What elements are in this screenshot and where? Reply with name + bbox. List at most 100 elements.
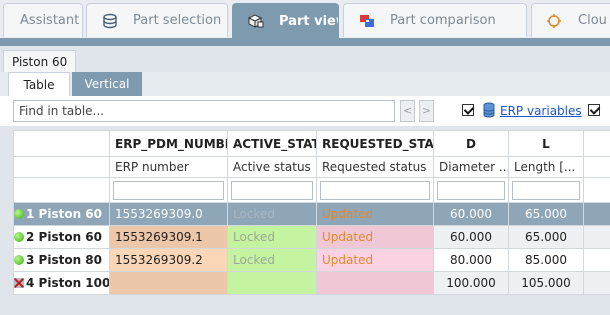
filter-cell-requested <box>316 177 434 203</box>
tab-part-comparison-label: Part comparison <box>390 13 496 28</box>
subheader-l: Length [... <box>508 156 584 178</box>
row-name: Piston 100 <box>38 276 110 290</box>
table-row[interactable]: 1 Piston 60 1553269309.0 Locked Updated … <box>13 202 610 226</box>
corner-cell <box>13 177 110 203</box>
d-cell[interactable]: 100.000 <box>433 271 509 295</box>
subheader-active: Active status <box>227 156 317 178</box>
table-row[interactable]: 4 Piston 100 100.000 105.000 <box>13 271 610 295</box>
cube-parts-icon <box>247 13 265 29</box>
tab-part-view[interactable]: Part view <box>232 3 339 38</box>
subheader-requested: Requested status <box>316 156 434 178</box>
d-cell[interactable]: 60.000 <box>433 202 509 226</box>
subheader-d: Diameter ... <box>433 156 509 178</box>
tab-assistant-label: Assistant <box>20 13 80 28</box>
status-ok-icon <box>14 209 24 219</box>
erp-variables-link[interactable]: ERP variables <box>500 104 582 118</box>
tab-part-selection-label: Part selection <box>133 13 222 28</box>
tab-part-selection[interactable]: Part selection <box>86 3 228 37</box>
tab-part-view-label: Part view <box>279 13 338 29</box>
column-header-l[interactable]: L <box>508 130 584 157</box>
table-toolbar: < > ERP variables <box>0 96 610 126</box>
subheader-row: ERP number Active status Requested statu… <box>13 156 610 178</box>
row-index: 3 <box>26 253 35 267</box>
requested-state-cell[interactable]: Updated <box>316 248 434 272</box>
d-cell[interactable]: 80.000 <box>433 248 509 272</box>
column-header-active-state[interactable]: ACTIVE_STATE <box>227 130 317 157</box>
cloud-tool-icon <box>546 13 564 29</box>
database-icon <box>482 102 496 121</box>
row-name: Piston 60 <box>38 230 102 244</box>
tab-vertical[interactable]: Vertical <box>72 72 142 96</box>
find-in-table-input[interactable] <box>13 100 395 122</box>
column-header-erp[interactable]: ERP_PDM_NUMBER <box>109 130 228 157</box>
l-cell[interactable]: 65.000 <box>508 225 584 249</box>
subheader-erp: ERP number <box>109 156 228 178</box>
requested-state-cell[interactable] <box>316 271 434 295</box>
filter-input-l[interactable] <box>512 180 580 200</box>
row-header[interactable]: 2 Piston 60 <box>13 225 110 249</box>
main-tab-bar: Assistant Part selection Part view Part … <box>0 0 610 38</box>
tab-table[interactable]: Table <box>8 72 70 96</box>
comparison-icon <box>358 13 376 29</box>
parts-table: ERP_PDM_NUMBER ACTIVE_STATE REQUESTED_ST… <box>13 130 610 295</box>
extra-cell <box>583 248 610 272</box>
row-name: Piston 80 <box>38 253 102 267</box>
column-header-extra <box>583 130 610 157</box>
status-ok-icon <box>14 255 24 265</box>
filter-input-erp[interactable] <box>113 180 224 200</box>
tab-part-comparison[interactable]: Part comparison <box>343 3 527 37</box>
column-header-requested-state[interactable]: REQUESTED_STATE <box>316 130 434 157</box>
filter-input-active[interactable] <box>231 180 313 200</box>
filter-cell-l <box>508 177 584 203</box>
second-option-checkbox[interactable] <box>588 104 600 116</box>
row-name: Piston 60 <box>38 207 102 221</box>
filter-row <box>13 177 610 203</box>
status-ok-icon <box>14 232 24 242</box>
document-tab[interactable]: Piston 60 <box>3 50 77 72</box>
active-state-cell[interactable] <box>227 271 317 295</box>
active-state-cell[interactable]: Locked <box>227 202 317 226</box>
filter-input-requested[interactable] <box>320 180 430 200</box>
corner-cell <box>13 130 110 157</box>
filter-input-d[interactable] <box>437 180 505 200</box>
previous-match-button[interactable]: < <box>400 100 415 122</box>
subheader-extra <box>583 156 610 178</box>
l-cell[interactable]: 105.000 <box>508 271 584 295</box>
row-index: 4 <box>26 276 35 290</box>
requested-state-cell[interactable]: Updated <box>316 225 434 249</box>
filter-cell-active <box>227 177 317 203</box>
tab-assistant[interactable]: Assistant <box>3 3 83 37</box>
filter-cell-d <box>433 177 509 203</box>
erp-variables-checkbox[interactable] <box>462 104 474 116</box>
erp-cell[interactable]: 1553269309.2 <box>109 248 228 272</box>
filter-cell-extra <box>583 177 610 203</box>
status-deleted-icon <box>14 278 24 288</box>
corner-cell <box>13 156 110 178</box>
tab-cloud[interactable]: Clou <box>531 3 610 37</box>
row-header[interactable]: 1 Piston 60 <box>13 202 110 226</box>
erp-cell[interactable]: 1553269309.0 <box>109 202 228 226</box>
erp-cell[interactable] <box>109 271 228 295</box>
row-index: 1 <box>26 207 35 221</box>
next-match-button[interactable]: > <box>419 100 434 122</box>
l-cell[interactable]: 85.000 <box>508 248 584 272</box>
erp-cell[interactable]: 1553269309.1 <box>109 225 228 249</box>
active-state-cell[interactable]: Locked <box>227 225 317 249</box>
active-tab-band <box>0 38 610 46</box>
tab-cloud-label: Clou <box>578 13 607 28</box>
table-row[interactable]: 3 Piston 80 1553269309.2 Locked Updated … <box>13 248 610 272</box>
database-stack-icon <box>101 13 119 29</box>
row-header[interactable]: 3 Piston 80 <box>13 248 110 272</box>
extra-cell <box>583 271 610 295</box>
d-cell[interactable]: 60.000 <box>433 225 509 249</box>
filter-cell-erp <box>109 177 228 203</box>
requested-state-cell[interactable]: Updated <box>316 202 434 226</box>
l-cell[interactable]: 65.000 <box>508 202 584 226</box>
row-index: 2 <box>26 230 35 244</box>
extra-cell <box>583 202 610 226</box>
column-header-d[interactable]: D <box>433 130 509 157</box>
active-state-cell[interactable]: Locked <box>227 248 317 272</box>
table-row[interactable]: 2 Piston 60 1553269309.1 Locked Updated … <box>13 225 610 249</box>
row-header[interactable]: 4 Piston 100 <box>13 271 110 295</box>
header-row: ERP_PDM_NUMBER ACTIVE_STATE REQUESTED_ST… <box>13 130 610 157</box>
